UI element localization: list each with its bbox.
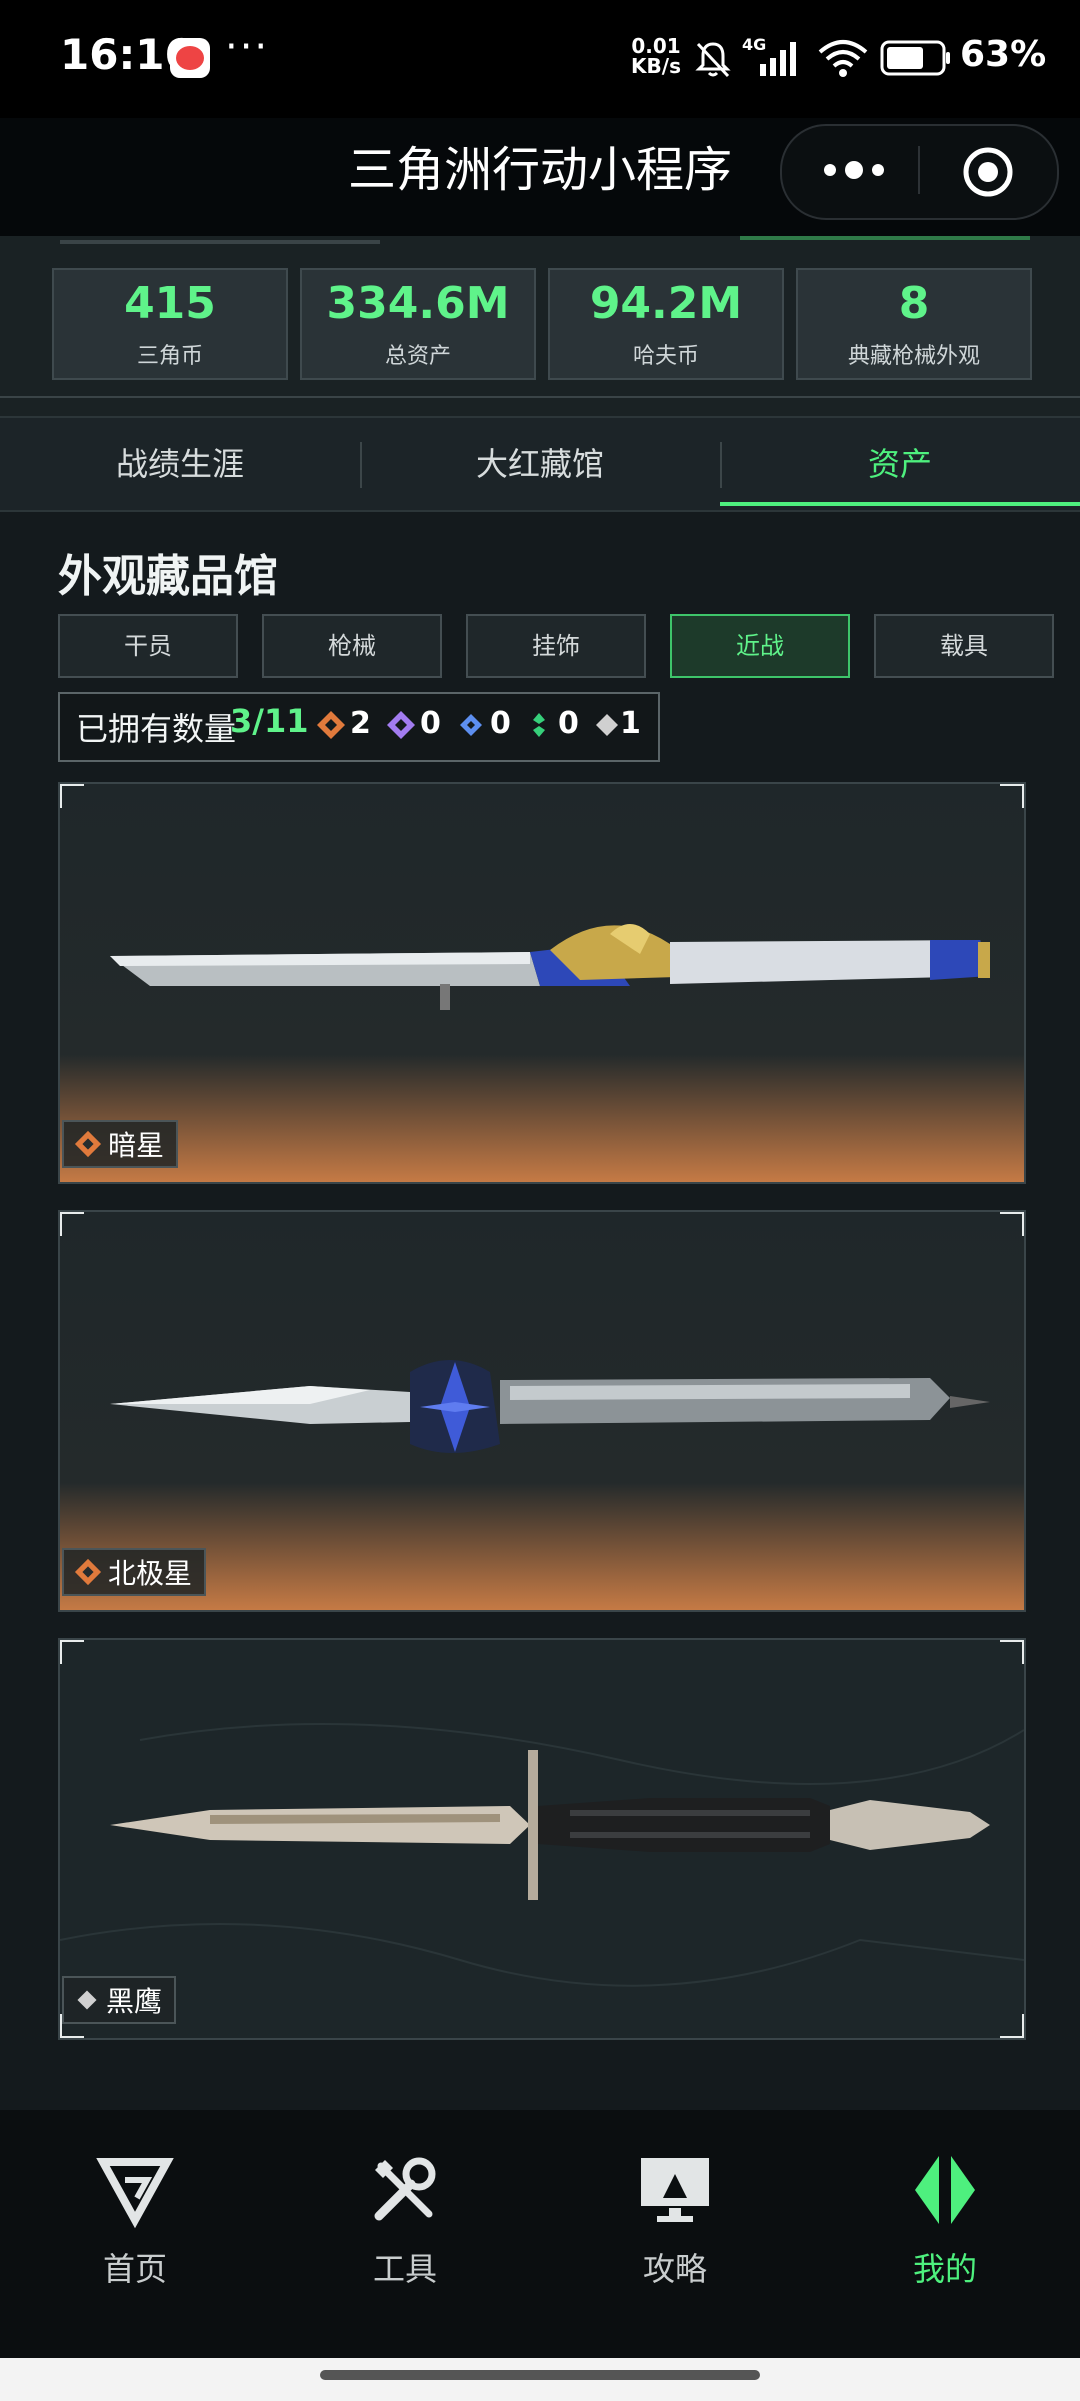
network-type-label: 4G [742, 35, 766, 54]
category-operators[interactable]: 干员 [58, 614, 238, 678]
cellular-signal-icon: 4G [742, 35, 796, 76]
stat-value: 415 [124, 278, 216, 329]
item-name: 暗星 [108, 1129, 165, 1162]
category-charms[interactable]: 挂饰 [466, 614, 646, 678]
owned-count: 3/11 [230, 702, 309, 740]
white-rarity-icon [77, 1990, 97, 2010]
notification-app-icon [170, 38, 210, 78]
section-title: 外观藏品馆 [58, 551, 278, 602]
item-name-badge: 暗星 [62, 1120, 179, 1168]
nav-tools[interactable]: 工具 [305, 2150, 505, 2290]
item-name-badge: 黑鹰 [62, 1976, 177, 2024]
stat-label: 哈夫币 [632, 344, 699, 369]
stat-haf-coin: 94.2M 哈夫币 [548, 268, 784, 380]
me-icon [915, 2156, 975, 2224]
stat-value: 8 [898, 278, 930, 329]
nav-tools-label: 工具 [372, 2250, 437, 2288]
tab-assets[interactable]: 资产 [720, 418, 1080, 510]
mute-bell-icon [695, 42, 731, 78]
capsule-divider [918, 146, 920, 194]
category-vehicles[interactable]: 载具 [874, 614, 1054, 678]
orange-rarity-icon [317, 711, 345, 739]
item-name: 黑鹰 [106, 1985, 163, 2018]
item-card-black-hawk[interactable]: 黑鹰 [58, 1638, 1026, 2040]
green-rarity-count: 0 [558, 706, 579, 741]
stat-collected-gun-skins: 8 典藏枪械外观 [796, 268, 1032, 380]
category-melee[interactable]: 近战 [670, 614, 850, 678]
purple-rarity-count: 0 [420, 706, 441, 741]
more-options-icon[interactable] [812, 150, 896, 190]
stat-label: 典藏枪械外观 [847, 344, 980, 369]
green-rarity-icon [533, 713, 545, 737]
black-hawk-knife-image [110, 1750, 990, 1900]
tab-red-collection[interactable]: 大红藏馆 [360, 418, 720, 510]
active-tab-indicator [720, 502, 1080, 506]
guides-monitor-icon [641, 2158, 709, 2222]
stat-delta-coin: 415 三角币 [52, 268, 288, 380]
network-speed-unit: KB/s [631, 54, 681, 78]
blue-rarity-count: 0 [490, 706, 511, 741]
nav-home[interactable]: 首页 [35, 2150, 235, 2290]
nav-home-label: 首页 [102, 2250, 167, 2288]
nav-guides[interactable]: 攻略 [575, 2150, 775, 2290]
item-name-badge: 北极星 [62, 1548, 207, 1596]
nav-me-label: 我的 [912, 2250, 977, 2288]
orange-rarity-icon [74, 1130, 102, 1158]
nav-me[interactable]: 我的 [845, 2150, 1045, 2290]
close-mini-program-icon[interactable] [958, 142, 1018, 202]
tab-career[interactable]: 战绩生涯 [0, 418, 360, 510]
item-card-dark-star[interactable]: 暗星 [58, 782, 1026, 1184]
nav-guides-label: 攻略 [642, 2250, 707, 2288]
stat-value: 334.6M [326, 278, 510, 329]
orange-rarity-icon [74, 1558, 102, 1586]
battery-icon [880, 40, 950, 76]
home-indicator[interactable] [320, 2370, 760, 2380]
blue-rarity-icon [460, 714, 482, 736]
dark-star-knife-image [110, 924, 990, 1010]
owned-label: 已拥有数量 [76, 710, 237, 748]
purple-rarity-icon [387, 711, 415, 739]
battery-percentage: 63% [960, 34, 1047, 75]
stat-total-assets: 334.6M 总资产 [300, 268, 536, 380]
network-speed: 0.01 KB/s [630, 36, 682, 76]
white-rarity-count: 1 [620, 706, 641, 741]
main-tabs: 战绩生涯 大红藏馆 资产 [0, 416, 1080, 512]
wifi-icon [818, 40, 868, 77]
category-firearms[interactable]: 枪械 [262, 614, 442, 678]
item-card-north-star[interactable]: 北极星 [58, 1210, 1026, 1612]
north-star-knife-image [110, 1360, 990, 1453]
tools-icon [374, 2157, 436, 2221]
more-notifications-icon: ··· [225, 24, 270, 70]
stat-label: 总资产 [384, 344, 451, 369]
stat-value: 94.2M [589, 278, 743, 329]
stat-label: 三角币 [136, 344, 203, 369]
white-rarity-icon [596, 714, 618, 736]
orange-rarity-count: 2 [350, 706, 371, 741]
item-name: 北极星 [108, 1557, 193, 1590]
home-logo-icon [96, 2158, 174, 2229]
network-speed-value: 0.01 [631, 34, 681, 58]
